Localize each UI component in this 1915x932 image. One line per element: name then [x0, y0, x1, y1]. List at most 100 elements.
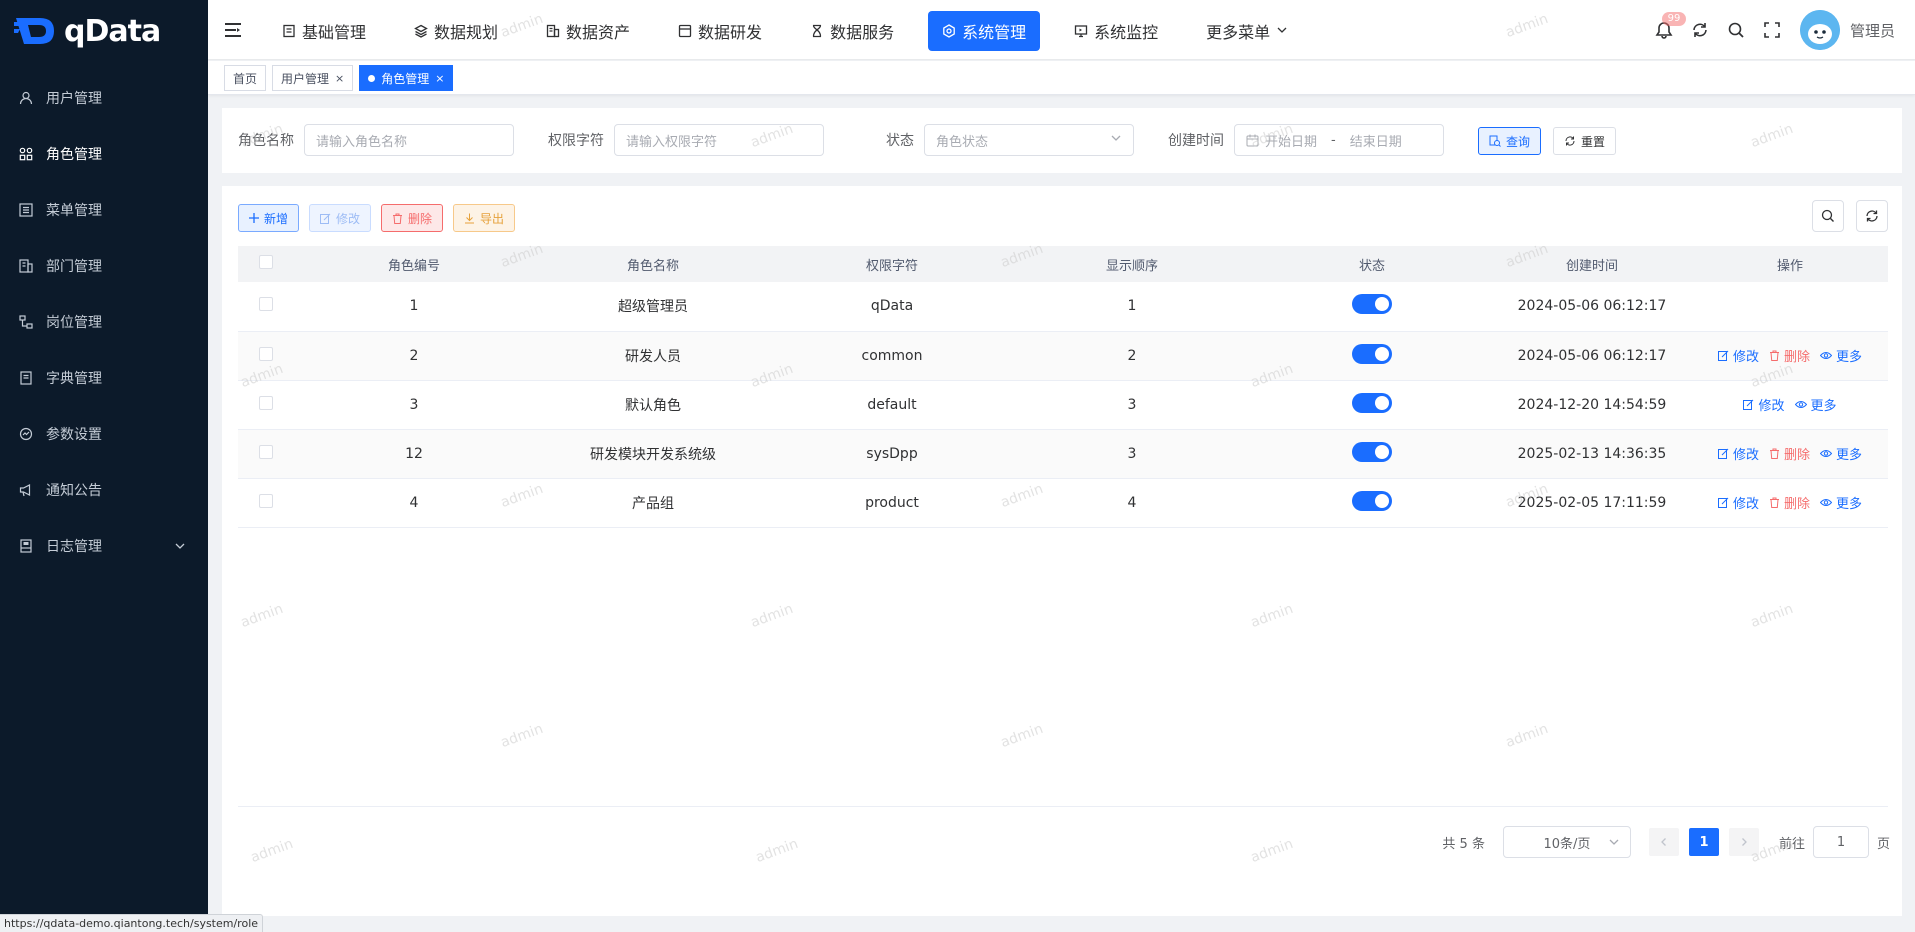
page-size-select[interactable]: 10条/页 [1502, 826, 1631, 858]
tag-view[interactable]: 用户管理 × [272, 65, 354, 91]
hourglass-icon [810, 24, 824, 38]
sidebar-item[interactable]: 通知公告 [0, 462, 208, 518]
column-header[interactable]: 角色编号 [294, 246, 534, 282]
sidebar-item[interactable]: 字典管理 [0, 350, 208, 406]
delete-row-button[interactable]: 删除 [1769, 444, 1810, 463]
export-button[interactable]: 导出 [453, 204, 516, 232]
status-switch[interactable] [1352, 392, 1392, 413]
top-nav-label: 系统管理 [962, 23, 1027, 42]
add-button-label: 新增 [264, 211, 289, 226]
role-key-label: 权限字符 [548, 133, 604, 149]
top-nav-item[interactable]: 基础管理 [268, 11, 380, 51]
status-switch[interactable] [1352, 343, 1392, 364]
role-table: 角色编号 角色名称 权限字符 显示顺序 状态 创建时间 操作 1 超级管理员 qDa… [238, 246, 1888, 528]
row-checkbox[interactable] [259, 297, 273, 312]
prev-page-button[interactable] [1648, 828, 1679, 856]
more-row-label: 更多 [1836, 448, 1863, 463]
hamburger-icon[interactable] [224, 21, 242, 39]
top-nav-item[interactable]: 系统监控 [1060, 11, 1172, 51]
column-header[interactable]: 状态 [1252, 246, 1492, 282]
edit-row-button[interactable]: 修改 [1717, 444, 1759, 463]
fullscreen-icon[interactable] [1762, 20, 1782, 40]
more-row-button[interactable]: 更多 [1794, 395, 1837, 414]
logo[interactable]: qData [0, 0, 208, 62]
table-row[interactable]: 4 产品组 product 4 2025-02-05 17:11:59 修改 删除 更多 [238, 478, 1888, 527]
chevron-left-icon [1659, 837, 1669, 847]
delete-row-button[interactable]: 删除 [1769, 493, 1810, 512]
cell-id: 1 [409, 298, 419, 315]
start-date-input[interactable]: 开始日期 [1265, 131, 1317, 150]
user-name[interactable]: 管理员 [1850, 20, 1895, 41]
status-select[interactable]: 角色状态 [924, 124, 1134, 156]
cell-key: sysDpp [866, 445, 918, 462]
cell-actions: 修改 更多 [1692, 380, 1888, 429]
top-nav-item[interactable]: 数据研发 [664, 11, 776, 51]
edit-row-button[interactable]: 修改 [1717, 493, 1759, 512]
search-icon [1821, 209, 1835, 223]
sidebar-item[interactable]: 参数设置 [0, 406, 208, 462]
search-icon[interactable] [1726, 20, 1746, 40]
close-icon[interactable]: × [335, 72, 344, 85]
edit-row-button[interactable]: 修改 [1717, 346, 1759, 365]
bell-icon[interactable]: 99 [1654, 12, 1686, 40]
chevron-down-icon [1276, 24, 1290, 38]
goto-page-input[interactable]: 1 [1812, 826, 1869, 858]
next-page-button[interactable] [1728, 828, 1759, 856]
top-nav-item[interactable]: 系统管理 [928, 11, 1041, 51]
table-row[interactable]: 1 超级管理员 qData 1 2024-05-06 06:12:17 [238, 282, 1888, 331]
column-header[interactable]: 权限字符 [772, 246, 1012, 282]
tag-view[interactable]: 首页 [224, 65, 267, 91]
role-key-input[interactable]: 请输入权限字符 [614, 124, 824, 156]
sidebar-item[interactable]: 用户管理 [0, 70, 208, 126]
status-switch[interactable] [1352, 490, 1392, 511]
delete-button[interactable]: 删除 [381, 204, 444, 232]
top-nav-item[interactable]: 更多菜单 [1192, 11, 1304, 51]
add-button[interactable]: 新增 [238, 204, 300, 232]
eye-icon [1794, 399, 1807, 410]
top-nav-item[interactable]: 数据规划 [400, 11, 512, 51]
sidebar-item[interactable]: 岗位管理 [0, 294, 208, 350]
column-header[interactable]: 角色名称 [534, 246, 772, 282]
edit-row-label: 修改 [1732, 497, 1759, 512]
select-all-checkbox[interactable] [259, 255, 273, 269]
row-checkbox[interactable] [259, 444, 273, 459]
role-name-input[interactable]: 请输入角色名称 [304, 124, 514, 156]
close-icon[interactable]: × [435, 72, 444, 85]
sidebar-item[interactable]: 部门管理 [0, 238, 208, 294]
row-checkbox[interactable] [259, 395, 273, 410]
sidebar-item[interactable]: 菜单管理 [0, 182, 208, 238]
top-nav-item[interactable]: 数据资产 [532, 11, 644, 51]
edit-row-button[interactable]: 修改 [1743, 395, 1785, 414]
column-header[interactable]: 创建时间 [1492, 246, 1692, 282]
sidebar-item[interactable]: 日志管理 [0, 518, 208, 574]
trash-icon [392, 213, 403, 224]
tag-view[interactable]: 角色管理 × [359, 65, 454, 91]
refresh-table-button[interactable] [1856, 200, 1888, 232]
table-row[interactable]: 12 研发模块开发系统级 sysDpp 3 2025-02-13 14:36:35 修改 删… [238, 429, 1888, 478]
page-number-current[interactable]: 1 [1688, 828, 1719, 856]
page-size-value: 10条/页 [1543, 836, 1591, 852]
row-checkbox[interactable] [259, 493, 273, 508]
sidebar-item[interactable]: 角色管理 [0, 126, 208, 182]
reset-button[interactable]: 重置 [1553, 127, 1617, 155]
more-row-button[interactable]: 更多 [1820, 493, 1862, 512]
delete-row-button[interactable]: 删除 [1769, 346, 1810, 365]
table-row[interactable]: 3 默认角色 default 3 2024-12-20 14:54:59 修改 更多 [238, 380, 1888, 429]
row-checkbox[interactable] [259, 346, 273, 361]
column-header[interactable]: 显示顺序 [1012, 246, 1252, 282]
more-row-button[interactable]: 更多 [1820, 444, 1862, 463]
table-row[interactable]: 2 研发人员 common 2 2024-05-06 06:12:17 修改 删除 更多 [238, 331, 1888, 380]
status-label: 状态 [886, 133, 914, 149]
query-button[interactable]: 查询 [1478, 127, 1542, 155]
toggle-search-button[interactable] [1812, 200, 1844, 232]
date-range-picker[interactable]: 开始日期 - 结束日期 [1234, 124, 1444, 156]
status-switch[interactable] [1352, 294, 1392, 315]
end-date-input[interactable]: 结束日期 [1350, 131, 1402, 150]
top-nav-label: 数据服务 [830, 23, 895, 42]
avatar[interactable] [1799, 10, 1840, 50]
more-row-button[interactable]: 更多 [1820, 346, 1862, 365]
edit-button[interactable]: 修改 [309, 204, 372, 232]
status-switch[interactable] [1352, 441, 1392, 462]
refresh-icon[interactable] [1690, 20, 1710, 40]
top-nav-item[interactable]: 数据服务 [796, 11, 908, 51]
